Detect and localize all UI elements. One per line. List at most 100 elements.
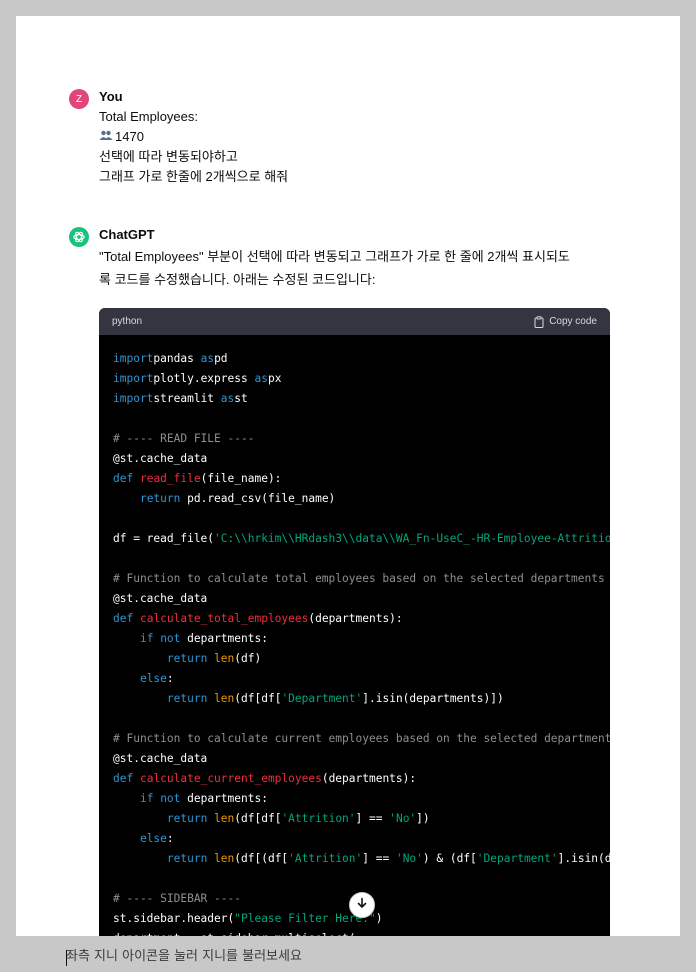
code-token: calculate_current_employees [139,772,322,785]
code-token: @st.cache_data [113,752,208,765]
code-token: ] == [362,852,396,865]
code-token: def [113,772,134,785]
user-avatar[interactable]: Z [69,89,89,109]
code-token: (df[df[ [234,812,282,825]
code-token: departments: [180,632,268,645]
code-token: else [139,672,167,685]
user-message-line: Total Employees: [99,109,198,124]
code-token: as [200,352,215,365]
user-message-line: 그래프 가로 한줄에 2개씩으로 해줘 [99,169,289,184]
user-avatar-letter: Z [75,93,83,105]
code-token: pd.read_csv(file_name) [180,492,336,505]
code-line: return pd.read_csv(file_name) [113,489,610,509]
code-token: not [160,632,181,645]
code-token: def [113,472,134,485]
code-line: return len(df[df['Attrition'] == 'No']) [113,809,610,829]
code-token: px [267,372,282,385]
code-token: ].isin(departments))]) [557,852,610,865]
code-language-label: python [112,316,143,327]
code-token: (df[(df[ [234,852,289,865]
code-line: else: [113,829,610,849]
code-token: 'Department' [476,852,558,865]
code-token: as [254,372,268,385]
code-token: not [160,792,181,805]
genie-input[interactable] [52,940,672,972]
code-block: python Copy code importpandas aspd import… [99,308,610,936]
code-token: df = read_file( [113,532,215,545]
chat-page: Z You Total Employees: 1470 선택에 따라 변동되야하… [16,16,680,936]
code-token: 'Attrition' [281,812,356,825]
code-token: 'No' [395,852,423,865]
code-token: read_file [139,472,201,485]
code-line: importpandas aspd [113,349,610,369]
assistant-message-line: 록 코드를 수정했습니다. 아래는 수정된 코드입니다: [99,272,376,287]
code-token: 'C:\\hrkim\\HRdash3\\data\\WA_Fn-UseC_-H… [214,532,610,545]
code-token: import [113,392,154,405]
code-line: if not departments: [113,629,610,649]
code-token: (file_name): [200,472,282,485]
code-token: return [166,652,208,665]
code-token: 'Attrition' [288,852,363,865]
code-token: streamlit [153,392,221,405]
code-line: else: [113,669,610,689]
code-token: # ---- READ FILE ---- [113,432,255,445]
code-line: importstreamlit asst [113,389,610,409]
code-token: def [113,612,134,625]
code-token: return [166,852,208,865]
code-line: department = st.sidebar.multiselect( [113,929,610,936]
code-token: if [139,792,154,805]
code-token: len [214,692,235,705]
code-token: return [166,812,208,825]
user-message-line: 1470 [99,127,144,147]
assistant-message-line: "Total Employees" 부분이 선택에 따라 변동되고 그래프가 가… [99,249,570,264]
code-token: 'No' [389,812,417,825]
code-token: import [113,352,154,365]
arrow-down-icon [356,896,368,914]
assistant-sender-name: ChatGPT [99,227,155,242]
code-line: def calculate_current_employees(departme… [113,769,610,789]
code-line: @st.cache_data [113,749,610,769]
code-token: len [214,852,235,865]
code-token: if [139,632,154,645]
clipboard-icon [533,315,545,328]
code-token: 'Department' [281,692,363,705]
code-line: def calculate_total_employees(department… [113,609,610,629]
code-token: departments: [180,792,268,805]
code-token: @st.cache_data [113,452,208,465]
user-sender-name: You [99,89,123,104]
code-token: ) [375,912,383,925]
code-token: # Function to calculate current employee… [113,732,610,745]
code-token: return [166,692,208,705]
code-line: # Function to calculate total employees … [113,569,610,589]
code-token: import [113,372,154,385]
code-line: df = read_file('C:\\hrkim\\HRdash3\\data… [113,529,610,549]
code-token: plotly.express [153,372,255,385]
code-token: len [214,812,235,825]
employee-count: 1470 [115,129,144,144]
copy-code-button[interactable]: Copy code [533,315,597,328]
code-token: (departments): [321,772,417,785]
user-message-line: 선택에 따라 변동되야하고 [99,149,238,164]
code-line: @st.cache_data [113,589,610,609]
openai-logo-icon [69,227,89,247]
scroll-to-bottom-button[interactable] [349,892,375,918]
code-line: return len(df) [113,649,610,669]
code-token: @st.cache_data [113,592,208,605]
code-token: pandas [153,352,201,365]
code-token: : [166,672,174,685]
code-token: len [214,652,235,665]
code-token: st.sidebar.header( [113,912,235,925]
